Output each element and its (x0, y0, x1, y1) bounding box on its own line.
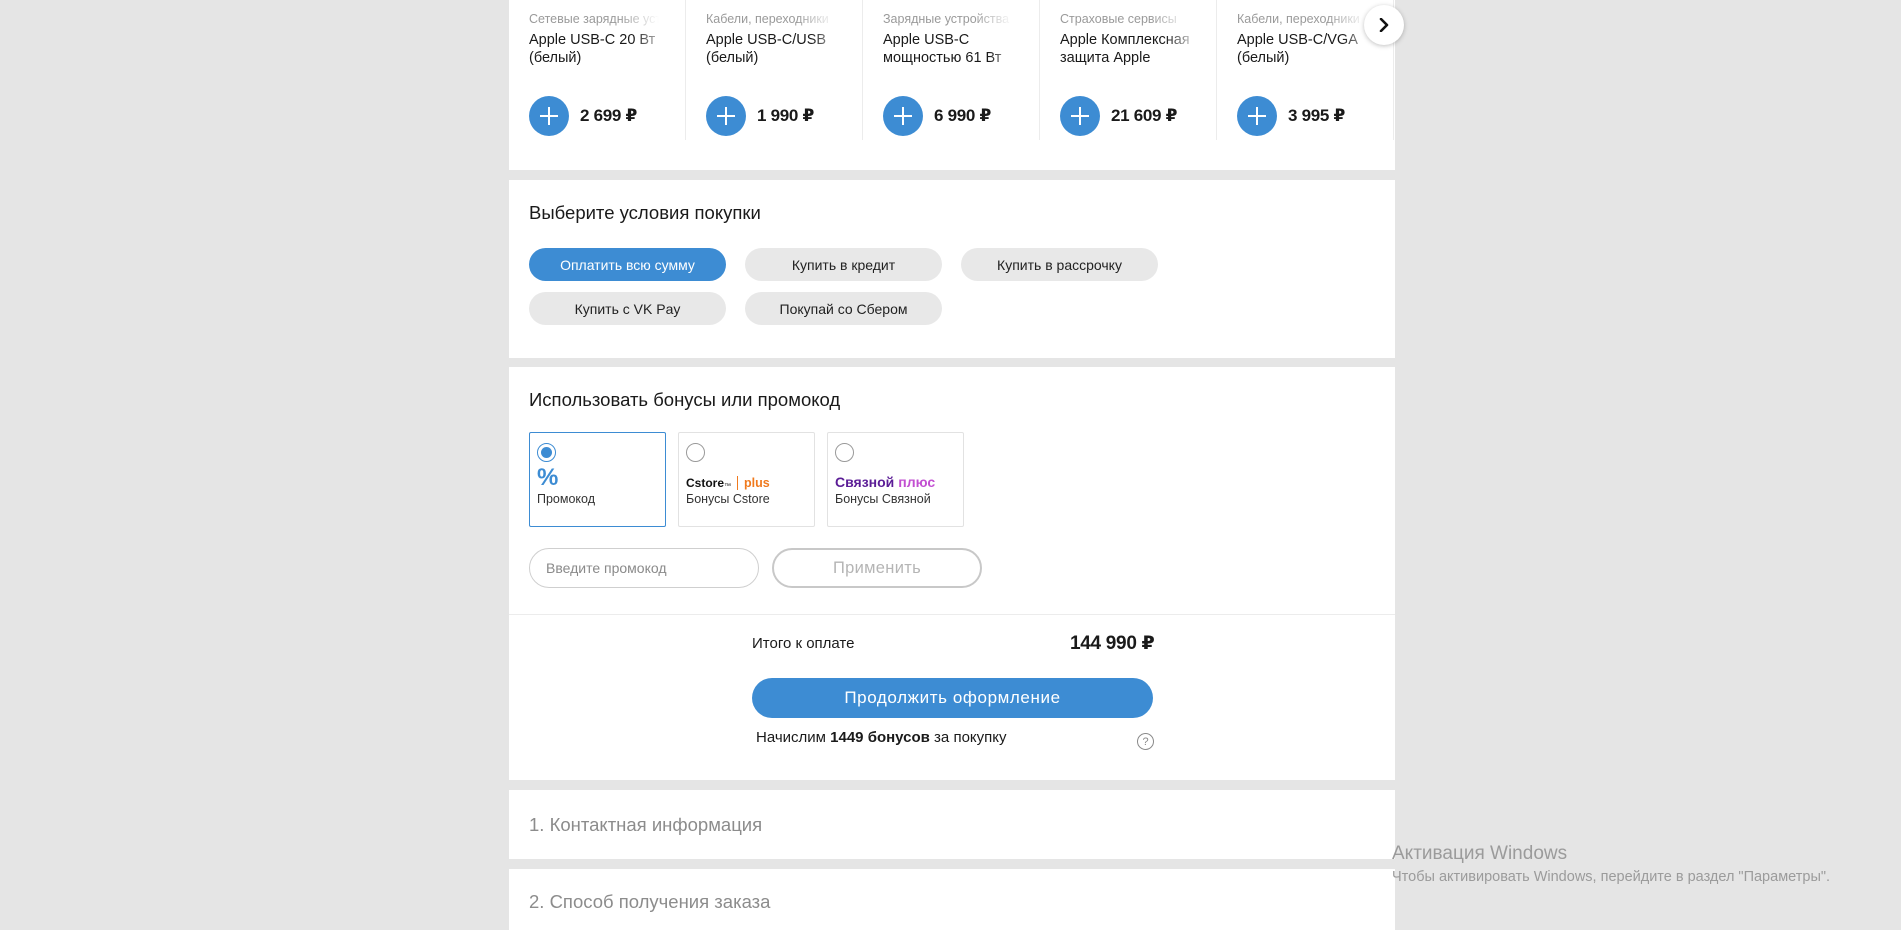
section-title: Выберите условия покупки (529, 202, 761, 223)
watermark-subtitle: Чтобы активировать Windows, перейдите в … (1392, 869, 1831, 885)
product-name[interactable]: Apple USB-C мощностью 61 Вт (883, 31, 1023, 67)
add-to-cart-button[interactable] (706, 96, 746, 136)
product-card[interactable]: Страховые сервисы Apple Комплексная защи… (1040, 0, 1217, 140)
svyaznoy-bonus-option[interactable]: Связной плюс Бонусы Связной (827, 432, 964, 527)
product-price: 2 699 ₽ (580, 106, 637, 125)
step-title: 1. Контактная информация (529, 814, 763, 835)
buy-credit-button[interactable]: Купить в кредит (745, 248, 942, 281)
carousel-next-button[interactable] (1364, 5, 1404, 45)
svyaznoy-plus-logo: Связной плюс (835, 474, 936, 490)
total-value: 144 990 ₽ (1070, 633, 1155, 654)
percent-icon: % (537, 464, 559, 491)
bonus-promo-section: Использовать бонусы или промокод % Промо… (509, 367, 1395, 780)
product-card[interactable]: Кабели, переходники Apple USB-C/USB (бел… (686, 0, 863, 140)
add-to-cart-button[interactable] (883, 96, 923, 136)
apply-promo-button[interactable]: Применить (772, 548, 982, 588)
product-name[interactable]: Apple USB-C/USB (белый) (706, 31, 846, 67)
purchase-terms-section: Выберите условия покупки Оплатить всю су… (509, 180, 1395, 358)
product-name[interactable]: Apple USB-C 20 Вт (белый) (529, 31, 669, 67)
add-to-cart-button[interactable] (529, 96, 569, 136)
option-label: Промокод (537, 492, 596, 506)
promo-code-input[interactable] (529, 548, 759, 588)
add-to-cart-button[interactable] (1237, 96, 1277, 136)
product-price: 6 990 ₽ (934, 106, 991, 125)
buy-installment-button[interactable]: Купить в рассрочку (961, 248, 1158, 281)
product-category: Страховые сервисы (1060, 12, 1177, 26)
total-label: Итого к оплате (752, 635, 855, 652)
chevron-right-icon (1379, 18, 1389, 32)
continue-checkout-button[interactable]: Продолжить оформление (752, 678, 1153, 718)
promo-code-option[interactable]: % Промокод (529, 432, 666, 527)
option-label: Бонусы Связной (835, 492, 931, 506)
windows-activation-watermark: Активация Windows Чтобы активировать Win… (1392, 843, 1830, 885)
product-category: Сетевые зарядные устройства (529, 12, 659, 26)
option-label: Бонусы Cstore (686, 492, 770, 506)
add-to-cart-button[interactable] (1060, 96, 1100, 136)
section-title: Использовать бонусы или промокод (529, 389, 841, 410)
divider (509, 614, 1395, 615)
radio-button[interactable] (537, 443, 556, 462)
buy-vk-pay-button[interactable]: Купить с VK Pay (529, 292, 726, 325)
radio-button[interactable] (835, 443, 854, 462)
product-category: Зарядные устройства (883, 12, 1010, 26)
help-icon[interactable]: ? (1137, 733, 1154, 750)
product-name[interactable]: Apple Комплексная защита Apple (1060, 31, 1200, 67)
watermark-title: Активация Windows (1392, 843, 1568, 864)
product-category: Кабели, переходники (1237, 12, 1360, 26)
accessories-carousel: Сетевые зарядные устройства Apple USB-C … (509, 0, 1404, 170)
product-price: 21 609 ₽ (1111, 106, 1178, 125)
product-price: 1 990 ₽ (757, 106, 814, 125)
product-category: Кабели, переходники (706, 12, 829, 26)
product-name[interactable]: Apple USB-C/VGA (белый) (1237, 31, 1377, 67)
radio-button[interactable] (686, 443, 705, 462)
product-card[interactable]: Сетевые зарядные устройства Apple USB-C … (509, 0, 686, 140)
cstore-bonus-option[interactable]: Cstore ™ plus Бонусы Cstore (678, 432, 815, 527)
cstore-plus-logo: Cstore ™ plus (686, 476, 770, 490)
pay-full-button[interactable]: Оплатить всю сумму (529, 248, 726, 281)
product-card[interactable]: Зарядные устройства Apple USB-C мощность… (863, 0, 1040, 140)
bonus-earn-text: Начислим 1449 бонусов за покупку (756, 729, 1007, 746)
step-delivery-method[interactable]: 2. Способ получения заказа (509, 869, 1395, 930)
buy-sber-button[interactable]: Покупай со Сбером (745, 292, 942, 325)
step-title: 2. Способ получения заказа (529, 891, 771, 912)
step-contact-info[interactable]: 1. Контактная информация (509, 790, 1395, 859)
product-price: 3 995 ₽ (1288, 106, 1345, 125)
